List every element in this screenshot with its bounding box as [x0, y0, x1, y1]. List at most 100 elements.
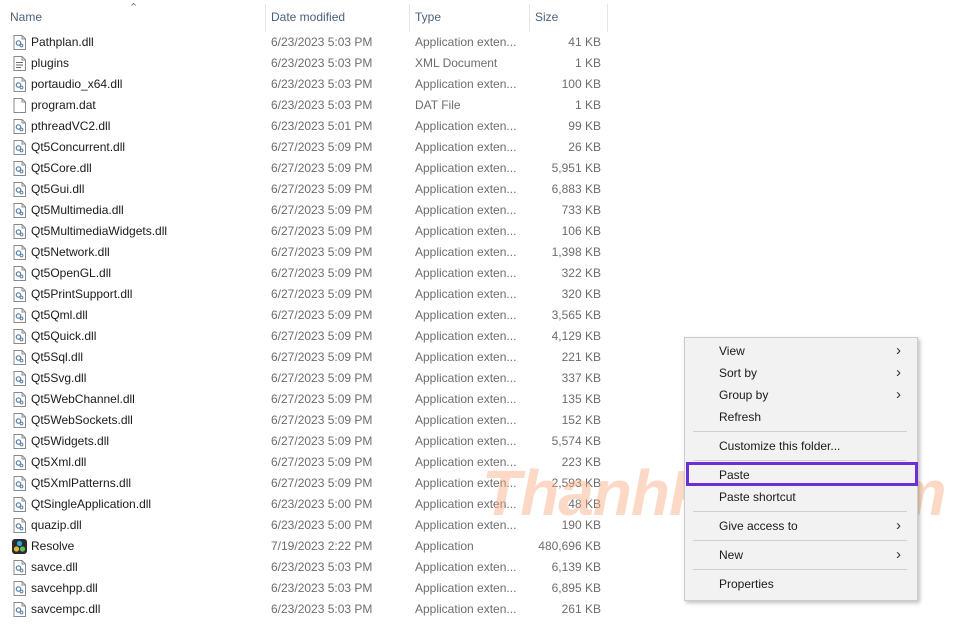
- file-row[interactable]: Qt5MultimediaWidgets.dll 6/27/2023 5:09 P…: [0, 221, 610, 242]
- chevron-right-icon: ›: [896, 546, 901, 563]
- file-size: 26 KB: [568, 140, 601, 154]
- sort-ascending-icon: ⌃: [129, 2, 139, 14]
- file-row[interactable]: Qt5Widgets.dll 6/27/2023 5:09 PM Applicati…: [0, 431, 610, 452]
- file-date-modified: 6/27/2023 5:09 PM: [271, 392, 373, 406]
- menu-item-label: Group by: [719, 388, 769, 402]
- file-date-modified: 6/27/2023 5:09 PM: [271, 287, 373, 301]
- dll-file-icon: [13, 161, 26, 176]
- dll-file-icon: [13, 308, 26, 323]
- file-row[interactable]: plugins 6/23/2023 5:03 PM XML Document 1 KB: [0, 53, 610, 74]
- dll-file-icon: [13, 497, 26, 512]
- column-header-date[interactable]: Date modified: [265, 0, 409, 34]
- menu-item-label: Sort by: [719, 366, 758, 380]
- menu-item-properties[interactable]: Properties: [685, 573, 917, 595]
- file-name: pthreadVC2.dll: [31, 119, 111, 133]
- menu-item-refresh[interactable]: Refresh: [685, 406, 917, 428]
- file-row[interactable]: Qt5Svg.dll 6/27/2023 5:09 PM Application e…: [0, 368, 610, 389]
- menu-item-sort-by[interactable]: Sort by ›: [685, 362, 917, 384]
- file-row[interactable]: Resolve 7/19/2023 2:22 PM Application 480,6…: [0, 536, 610, 557]
- file-date-modified: 6/27/2023 5:09 PM: [271, 266, 373, 280]
- file-row[interactable]: Qt5Qml.dll 6/27/2023 5:09 PM Application e…: [0, 305, 610, 326]
- file-date-modified: 6/27/2023 5:09 PM: [271, 308, 373, 322]
- file-type: Application exten...: [415, 329, 517, 343]
- file-size: 322 KB: [561, 266, 601, 280]
- menu-item-view[interactable]: View ›: [685, 340, 917, 362]
- file-type: Application exten...: [415, 266, 517, 280]
- file-row[interactable]: Qt5Concurrent.dll 6/27/2023 5:09 PM Applic…: [0, 137, 610, 158]
- file-date-modified: 6/23/2023 5:00 PM: [271, 497, 373, 511]
- file-name: Qt5Network.dll: [31, 245, 110, 259]
- file-row[interactable]: savcempc.dll 6/23/2023 5:03 PM Application…: [0, 599, 610, 620]
- file-type: Application exten...: [415, 203, 517, 217]
- menu-separator: [693, 511, 907, 512]
- file-type: Application exten...: [415, 392, 517, 406]
- file-row[interactable]: Qt5Quick.dll 6/27/2023 5:09 PM Application…: [0, 326, 610, 347]
- file-name: Qt5Multimedia.dll: [31, 203, 124, 217]
- file-size: 6,883 KB: [551, 182, 601, 196]
- file-size: 99 KB: [568, 119, 601, 133]
- file-size: 41 KB: [568, 35, 601, 49]
- file-size: 261 KB: [561, 602, 601, 616]
- file-row[interactable]: Qt5PrintSupport.dll 6/27/2023 5:09 PM Appl…: [0, 284, 610, 305]
- file-row[interactable]: savce.dll 6/23/2023 5:03 PM Application ex…: [0, 557, 610, 578]
- file-row[interactable]: Qt5WebChannel.dll 6/27/2023 5:09 PM Applic…: [0, 389, 610, 410]
- file-date-modified: 6/23/2023 5:03 PM: [271, 77, 373, 91]
- menu-item-give-access-to[interactable]: Give access to ›: [685, 515, 917, 537]
- file-name: Qt5Core.dll: [31, 161, 92, 175]
- file-date-modified: 6/27/2023 5:09 PM: [271, 140, 373, 154]
- file-name: Qt5Qml.dll: [31, 308, 88, 322]
- dll-file-icon: [13, 329, 26, 344]
- column-header-type[interactable]: Type: [409, 0, 529, 34]
- file-date-modified: 6/23/2023 5:03 PM: [271, 560, 373, 574]
- menu-item-label: New: [719, 548, 744, 562]
- file-date-modified: 6/27/2023 5:09 PM: [271, 182, 373, 196]
- file-date-modified: 6/27/2023 5:09 PM: [271, 329, 373, 343]
- column-divider[interactable]: [607, 4, 608, 32]
- dll-file-icon: [13, 119, 26, 134]
- file-row[interactable]: Qt5Core.dll 6/27/2023 5:09 PM Application …: [0, 158, 610, 179]
- file-size: 6,139 KB: [551, 560, 601, 574]
- menu-item-new[interactable]: New ›: [685, 544, 917, 566]
- file-name: Qt5Svg.dll: [31, 371, 87, 385]
- dll-file-icon: [13, 434, 26, 449]
- file-name: program.dat: [31, 98, 96, 112]
- file-name: Qt5MultimediaWidgets.dll: [31, 224, 168, 238]
- file-row[interactable]: Qt5WebSockets.dll 6/27/2023 5:09 PM Applic…: [0, 410, 610, 431]
- file-date-modified: 6/27/2023 5:09 PM: [271, 161, 373, 175]
- file-type: Application exten...: [415, 77, 517, 91]
- file-date-modified: 6/27/2023 5:09 PM: [271, 371, 373, 385]
- menu-item-paste-shortcut[interactable]: Paste shortcut: [685, 486, 917, 508]
- file-type: Application exten...: [415, 308, 517, 322]
- file-name: Qt5Quick.dll: [31, 329, 97, 343]
- dll-file-icon: [13, 224, 26, 239]
- column-header-bar: Name ⌃ Date modified Type Size: [0, 0, 610, 34]
- file-row[interactable]: Qt5OpenGL.dll 6/27/2023 5:09 PM Applicatio…: [0, 263, 610, 284]
- menu-item-group-by[interactable]: Group by ›: [685, 384, 917, 406]
- chevron-right-icon: ›: [896, 342, 901, 359]
- file-type: Application exten...: [415, 560, 517, 574]
- file-row[interactable]: portaudio_x64.dll 6/23/2023 5:03 PM Applic…: [0, 74, 610, 95]
- file-row[interactable]: savcehpp.dll 6/23/2023 5:03 PM Application…: [0, 578, 610, 599]
- chevron-right-icon: ›: [896, 386, 901, 403]
- file-row[interactable]: Qt5Gui.dll 6/27/2023 5:09 PM Application e…: [0, 179, 610, 200]
- file-name: Qt5PrintSupport.dll: [31, 287, 133, 301]
- file-date-modified: 6/23/2023 5:03 PM: [271, 581, 373, 595]
- dll-file-icon: [13, 35, 26, 50]
- file-row[interactable]: Qt5Sql.dll 6/27/2023 5:09 PM Application e…: [0, 347, 610, 368]
- blank-file-icon: [13, 98, 26, 113]
- file-row[interactable]: Qt5Multimedia.dll 6/27/2023 5:09 PM Applic…: [0, 200, 610, 221]
- menu-item-customize-this-folder[interactable]: Customize this folder...: [685, 435, 917, 457]
- file-size: 733 KB: [561, 203, 601, 217]
- dll-file-icon: [13, 140, 26, 155]
- file-size: 1,398 KB: [551, 245, 601, 259]
- file-row[interactable]: program.dat 6/23/2023 5:03 PM DAT File 1 KB: [0, 95, 610, 116]
- dll-file-icon: [13, 350, 26, 365]
- file-row[interactable]: Qt5Network.dll 6/27/2023 5:09 PM Applicati…: [0, 242, 610, 263]
- file-row[interactable]: Pathplan.dll 6/23/2023 5:03 PM Application…: [0, 32, 610, 53]
- file-size: 3,565 KB: [551, 308, 601, 322]
- column-header-size[interactable]: Size: [529, 0, 607, 34]
- file-type: Application exten...: [415, 224, 517, 238]
- menu-separator: [693, 431, 907, 432]
- file-row[interactable]: pthreadVC2.dll 6/23/2023 5:01 PM Applicati…: [0, 116, 610, 137]
- file-name: Qt5Xml.dll: [31, 455, 87, 469]
